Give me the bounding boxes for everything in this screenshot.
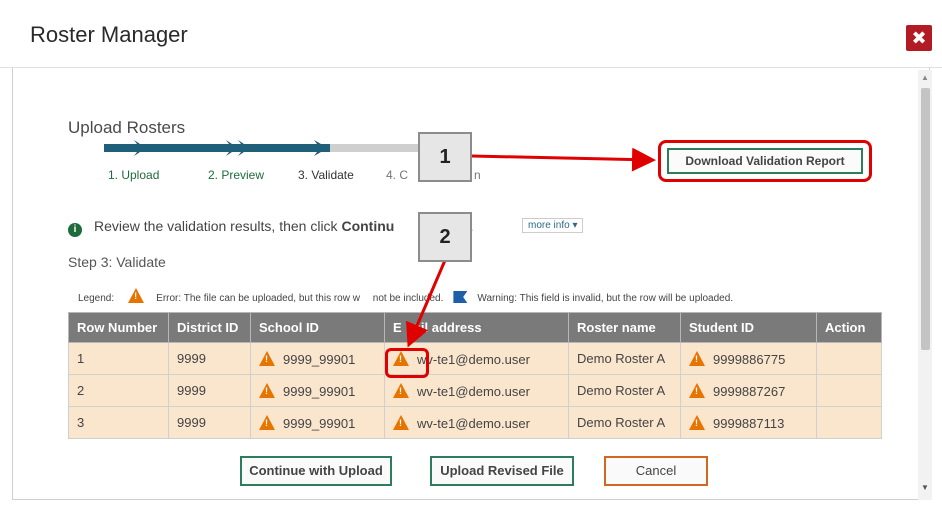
callout-1: 1 — [418, 132, 472, 182]
arrow-to-download — [471, 147, 656, 172]
arrow-to-email-icon — [406, 257, 448, 348]
callout-2: 2 — [418, 212, 472, 262]
roster-manager-modal: Roster Manager ✖ ▲ ▼ Upload Rosters 1. U… — [0, 0, 942, 516]
